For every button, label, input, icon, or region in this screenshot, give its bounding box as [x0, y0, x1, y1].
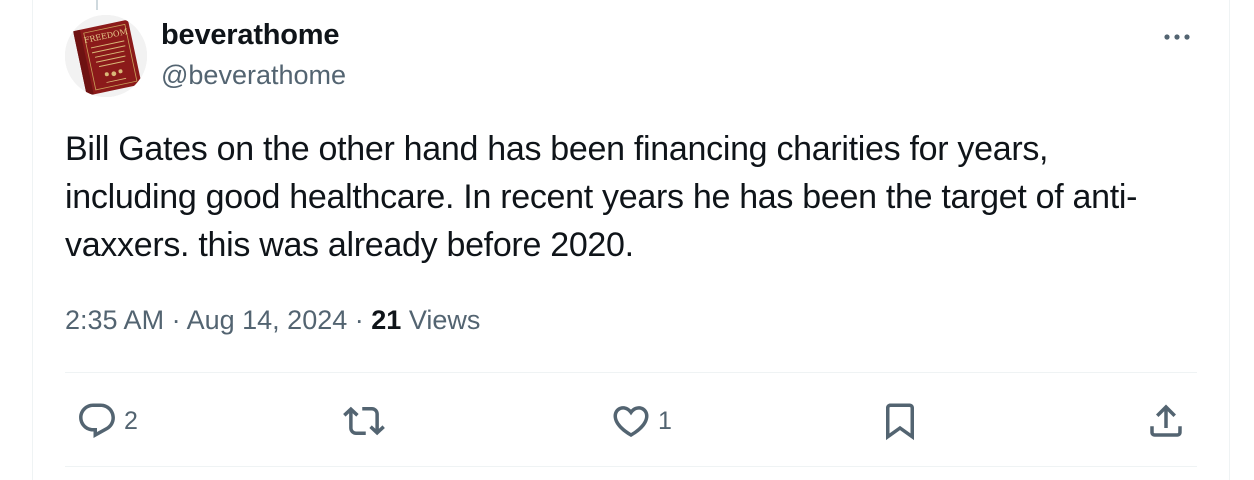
like-button[interactable]: 1 [610, 400, 672, 442]
book-cover-avatar-icon: FREEDOM [65, 15, 147, 97]
thread-connector-line [96, 0, 98, 10]
post-text-line: including good healthcare. In recent yea… [65, 178, 1138, 216]
column-border-left [32, 0, 33, 480]
reply-count: 2 [124, 407, 138, 435]
share-icon [1150, 404, 1182, 437]
heart-icon [613, 406, 649, 438]
repost-button[interactable] [342, 400, 386, 442]
reply-icon [79, 403, 115, 438]
bookmark-button[interactable] [879, 400, 921, 442]
post-date[interactable]: Aug 14, 2024 [187, 305, 348, 335]
bookmark-icon [886, 403, 914, 441]
meta-separator: · [354, 305, 364, 335]
more-dots-icon [1164, 34, 1190, 40]
views-label: Views [408, 305, 481, 335]
divider [65, 372, 1197, 373]
display-name[interactable]: beverathome [161, 17, 340, 53]
views-count: 21 [371, 305, 402, 335]
column-border-right [1229, 0, 1230, 480]
share-button[interactable] [1145, 400, 1187, 442]
like-count: 1 [658, 407, 672, 435]
repost-icon [343, 406, 385, 436]
post-text: Bill Gates on the other hand has been fi… [65, 125, 1205, 269]
post-time[interactable]: 2:35 AM [65, 305, 164, 335]
meta-separator: · [171, 305, 181, 335]
divider [65, 466, 1197, 467]
post-text-line: Bill Gates on the other hand has been fi… [65, 130, 1049, 168]
reply-button[interactable]: 2 [76, 400, 138, 442]
user-handle[interactable]: @beverathome [161, 58, 346, 92]
post-text-line: vaxxers. this was already before 2020. [65, 226, 634, 264]
more-options-button[interactable] [1157, 21, 1197, 53]
avatar[interactable]: FREEDOM [65, 15, 147, 97]
post-metadata: 2:35 AM · Aug 14, 2024 · 21 Views [65, 302, 480, 338]
